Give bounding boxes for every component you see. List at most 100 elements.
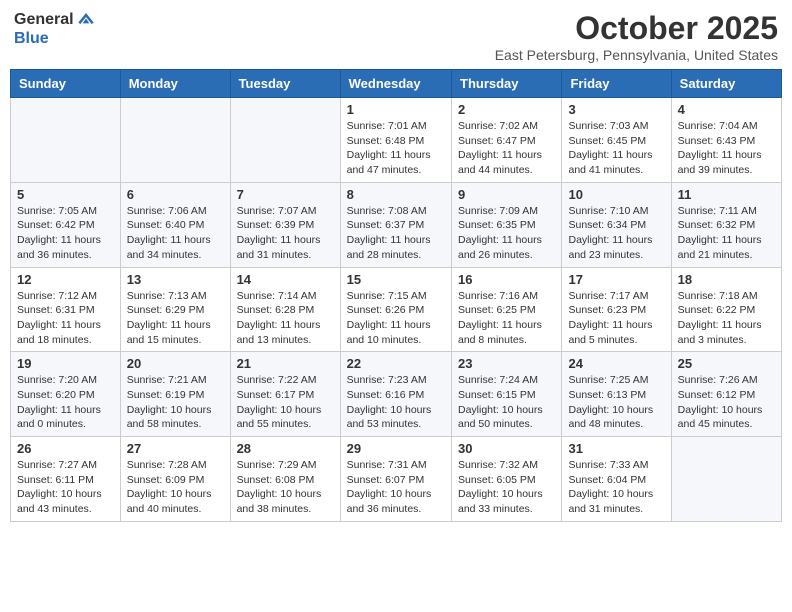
day-info: Sunrise: 7:33 AM Sunset: 6:04 PM Dayligh… — [568, 458, 664, 517]
day-number: 21 — [237, 356, 334, 371]
col-sunday: Sunday — [11, 70, 121, 98]
day-number: 26 — [17, 441, 114, 456]
day-number: 31 — [568, 441, 664, 456]
day-number: 7 — [237, 187, 334, 202]
day-info: Sunrise: 7:22 AM Sunset: 6:17 PM Dayligh… — [237, 373, 334, 432]
table-row: 27Sunrise: 7:28 AM Sunset: 6:09 PM Dayli… — [120, 437, 230, 522]
table-row: 23 Sunrise: 7:24 AM Sunset: 6:15 PM Dayli… — [452, 352, 562, 437]
col-monday: Monday — [120, 70, 230, 98]
table-row: 6 Sunrise: 7:06 AM Sunset: 6:40 PM Daylig… — [120, 182, 230, 267]
day-number: 23 — [458, 356, 555, 371]
day-number: 1 — [347, 102, 445, 117]
table-row: 31 Sunrise: 7:33 AM Sunset: 6:04 PM Dayli… — [562, 437, 671, 522]
logo-general: General — [14, 11, 74, 29]
calendar-week-row: 12 Sunrise: 7:12 AM Sunset: 6:31 PM Dayli… — [11, 267, 782, 352]
day-info: Sunrise: 7:32 AM Sunset: 6:05 PM Dayligh… — [458, 458, 555, 517]
day-info: Sunrise: 7:13 AM Sunset: 6:29 PM Dayligh… — [127, 289, 224, 348]
table-row: 7 Sunrise: 7:07 AM Sunset: 6:39 PM Daylig… — [230, 182, 340, 267]
logo: General Blue — [14, 10, 96, 48]
day-number: 9 — [458, 187, 555, 202]
day-info: Sunrise: 7:06 AM Sunset: 6:40 PM Dayligh… — [127, 204, 224, 263]
table-row: 1 Sunrise: 7:01 AM Sunset: 6:48 PM Daylig… — [340, 98, 451, 183]
day-info: Sunrise: 7:15 AM Sunset: 6:26 PM Dayligh… — [347, 289, 445, 348]
day-info: Sunrise: 7:01 AM Sunset: 6:48 PM Dayligh… — [347, 119, 445, 178]
day-number: 19 — [17, 356, 114, 371]
logo-icon — [76, 10, 96, 30]
day-number: 28 — [237, 441, 334, 456]
calendar-table: Sunday Monday Tuesday Wednesday Thursday… — [10, 69, 782, 522]
table-row: 30 Sunrise: 7:32 AM Sunset: 6:05 PM Dayli… — [452, 437, 562, 522]
day-number: 8 — [347, 187, 445, 202]
table-row: 10 Sunrise: 7:10 AM Sunset: 6:34 PM Dayli… — [562, 182, 671, 267]
day-info: Sunrise: 7:03 AM Sunset: 6:45 PM Dayligh… — [568, 119, 664, 178]
table-row — [11, 98, 121, 183]
day-number: 11 — [678, 187, 775, 202]
day-number: 25 — [678, 356, 775, 371]
table-row: 3Sunrise: 7:03 AM Sunset: 6:45 PM Daylig… — [562, 98, 671, 183]
day-number: 17 — [568, 272, 664, 287]
col-friday: Friday — [562, 70, 671, 98]
day-info: Sunrise: 7:02 AM Sunset: 6:47 PM Dayligh… — [458, 119, 555, 178]
table-row: 15 Sunrise: 7:15 AM Sunset: 6:26 PM Dayli… — [340, 267, 451, 352]
day-info: Sunrise: 7:23 AM Sunset: 6:16 PM Dayligh… — [347, 373, 445, 432]
day-info: Sunrise: 7:21 AM Sunset: 6:19 PM Dayligh… — [127, 373, 224, 432]
day-info: Sunrise: 7:27 AM Sunset: 6:11 PM Dayligh… — [17, 458, 114, 517]
day-info: Sunrise: 7:12 AM Sunset: 6:31 PM Dayligh… — [17, 289, 114, 348]
day-info: Sunrise: 7:11 AM Sunset: 6:32 PM Dayligh… — [678, 204, 775, 263]
day-number: 18 — [678, 272, 775, 287]
table-row: 14 Sunrise: 7:14 AM Sunset: 6:28 PM Dayli… — [230, 267, 340, 352]
table-row: 11 Sunrise: 7:11 AM Sunset: 6:32 PM Dayli… — [671, 182, 781, 267]
day-info: Sunrise: 7:26 AM Sunset: 6:12 PM Dayligh… — [678, 373, 775, 432]
col-wednesday: Wednesday — [340, 70, 451, 98]
day-number: 6 — [127, 187, 224, 202]
day-number: 15 — [347, 272, 445, 287]
table-row: 18 Sunrise: 7:18 AM Sunset: 6:22 PM Dayli… — [671, 267, 781, 352]
table-row: 13Sunrise: 7:13 AM Sunset: 6:29 PM Dayli… — [120, 267, 230, 352]
month-title: October 2025 — [495, 10, 778, 47]
calendar-week-row: 19 Sunrise: 7:20 AM Sunset: 6:20 PM Dayli… — [11, 352, 782, 437]
table-row: 9 Sunrise: 7:09 AM Sunset: 6:35 PM Daylig… — [452, 182, 562, 267]
day-info: Sunrise: 7:24 AM Sunset: 6:15 PM Dayligh… — [458, 373, 555, 432]
day-info: Sunrise: 7:17 AM Sunset: 6:23 PM Dayligh… — [568, 289, 664, 348]
table-row — [230, 98, 340, 183]
day-info: Sunrise: 7:20 AM Sunset: 6:20 PM Dayligh… — [17, 373, 114, 432]
table-row: 19 Sunrise: 7:20 AM Sunset: 6:20 PM Dayli… — [11, 352, 121, 437]
day-number: 14 — [237, 272, 334, 287]
day-info: Sunrise: 7:10 AM Sunset: 6:34 PM Dayligh… — [568, 204, 664, 263]
table-row: 26 Sunrise: 7:27 AM Sunset: 6:11 PM Dayli… — [11, 437, 121, 522]
table-row: 29Sunrise: 7:31 AM Sunset: 6:07 PM Dayli… — [340, 437, 451, 522]
day-number: 16 — [458, 272, 555, 287]
day-info: Sunrise: 7:05 AM Sunset: 6:42 PM Dayligh… — [17, 204, 114, 263]
day-info: Sunrise: 7:25 AM Sunset: 6:13 PM Dayligh… — [568, 373, 664, 432]
day-info: Sunrise: 7:08 AM Sunset: 6:37 PM Dayligh… — [347, 204, 445, 263]
day-number: 20 — [127, 356, 224, 371]
day-info: Sunrise: 7:09 AM Sunset: 6:35 PM Dayligh… — [458, 204, 555, 263]
day-info: Sunrise: 7:14 AM Sunset: 6:28 PM Dayligh… — [237, 289, 334, 348]
day-number: 29 — [347, 441, 445, 456]
title-block: October 2025 East Petersburg, Pennsylvan… — [495, 10, 778, 63]
calendar-week-row: 5Sunrise: 7:05 AM Sunset: 6:42 PM Daylig… — [11, 182, 782, 267]
day-number: 10 — [568, 187, 664, 202]
table-row: 17 Sunrise: 7:17 AM Sunset: 6:23 PM Dayli… — [562, 267, 671, 352]
day-number: 27 — [127, 441, 224, 456]
table-row: 5Sunrise: 7:05 AM Sunset: 6:42 PM Daylig… — [11, 182, 121, 267]
table-row: 21 Sunrise: 7:22 AM Sunset: 6:17 PM Dayli… — [230, 352, 340, 437]
table-row: 25 Sunrise: 7:26 AM Sunset: 6:12 PM Dayli… — [671, 352, 781, 437]
day-number: 30 — [458, 441, 555, 456]
day-number: 12 — [17, 272, 114, 287]
day-number: 4 — [678, 102, 775, 117]
table-row — [671, 437, 781, 522]
day-info: Sunrise: 7:07 AM Sunset: 6:39 PM Dayligh… — [237, 204, 334, 263]
location-title: East Petersburg, Pennsylvania, United St… — [495, 47, 778, 63]
table-row: 28 Sunrise: 7:29 AM Sunset: 6:08 PM Dayli… — [230, 437, 340, 522]
table-row — [120, 98, 230, 183]
table-row: 8 Sunrise: 7:08 AM Sunset: 6:37 PM Daylig… — [340, 182, 451, 267]
table-row: 16Sunrise: 7:16 AM Sunset: 6:25 PM Dayli… — [452, 267, 562, 352]
table-row: 20 Sunrise: 7:21 AM Sunset: 6:19 PM Dayli… — [120, 352, 230, 437]
calendar-week-row: 26 Sunrise: 7:27 AM Sunset: 6:11 PM Dayli… — [11, 437, 782, 522]
table-row: 2Sunrise: 7:02 AM Sunset: 6:47 PM Daylig… — [452, 98, 562, 183]
day-number: 24 — [568, 356, 664, 371]
day-info: Sunrise: 7:18 AM Sunset: 6:22 PM Dayligh… — [678, 289, 775, 348]
col-tuesday: Tuesday — [230, 70, 340, 98]
day-info: Sunrise: 7:29 AM Sunset: 6:08 PM Dayligh… — [237, 458, 334, 517]
